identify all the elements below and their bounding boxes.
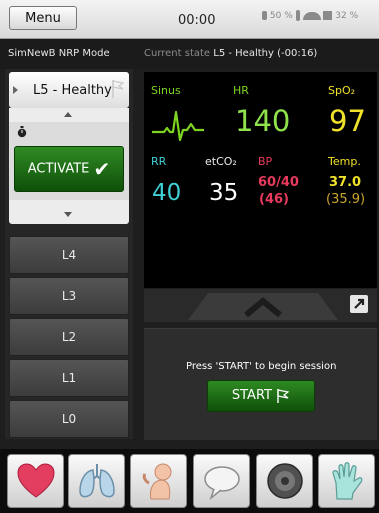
checkmark-icon: ✔ bbox=[93, 157, 111, 181]
temp-secondary-value: (35.9) bbox=[326, 192, 366, 207]
baby-icon bbox=[142, 463, 172, 500]
level-button-l0[interactable]: L0 bbox=[9, 400, 129, 438]
battery-level-1: 50 % bbox=[269, 11, 293, 21]
chevron-down-icon bbox=[64, 212, 72, 217]
drag-handle-icon[interactable] bbox=[188, 293, 338, 320]
expand-button[interactable] bbox=[350, 295, 368, 313]
speech-bubble-icon bbox=[204, 466, 240, 501]
bp-label: BP bbox=[258, 155, 273, 168]
current-state-prefix: Current state bbox=[144, 48, 211, 59]
rr-value: 40 bbox=[152, 180, 182, 206]
flag-icon bbox=[277, 388, 290, 403]
arrow-right-icon bbox=[13, 86, 18, 94]
start-label: START bbox=[231, 388, 272, 403]
menu-button[interactable]: Menu bbox=[9, 6, 77, 30]
bp-mean-value: (46) bbox=[259, 192, 289, 207]
activate-label: ACTIVATE bbox=[27, 161, 90, 177]
current-state-value: L5 - Healthy (-00:16) bbox=[213, 48, 318, 59]
current-state: Current state L5 - Healthy (-00:16) bbox=[144, 48, 317, 59]
ecg-waveform-icon bbox=[152, 110, 204, 142]
battery-level-2: 32 % bbox=[335, 11, 359, 21]
dock-glove-button[interactable] bbox=[318, 454, 375, 508]
flag-icon bbox=[112, 80, 125, 98]
scenario-label: L5 - Healthy bbox=[33, 83, 112, 98]
session-message: Press 'START' to begin session bbox=[186, 361, 337, 372]
etco2-label: etCO₂ bbox=[205, 155, 237, 168]
speaker-icon bbox=[267, 463, 303, 499]
dock-lungs-button[interactable] bbox=[68, 454, 125, 508]
level-button-l2[interactable]: L2 bbox=[9, 318, 129, 356]
spo2-value: 97 bbox=[329, 104, 366, 138]
chevron-up-icon bbox=[64, 112, 72, 117]
glove-icon bbox=[332, 462, 363, 500]
rr-label: RR bbox=[151, 155, 167, 168]
hr-value: 140 bbox=[235, 104, 291, 138]
etco2-value: 35 bbox=[209, 180, 239, 206]
dock-speech-button[interactable] bbox=[193, 454, 250, 508]
dock-heart-button[interactable] bbox=[7, 454, 64, 508]
session-clock: 00:00 bbox=[178, 13, 216, 28]
bp-value: 60/40 bbox=[258, 175, 299, 190]
rhythm-label: Sinus bbox=[151, 84, 181, 97]
hr-label: HR bbox=[233, 84, 249, 97]
wireless-icon bbox=[302, 11, 321, 20]
stopwatch-icon bbox=[17, 126, 27, 138]
level-button-l4[interactable]: L4 bbox=[9, 236, 129, 274]
heart-icon bbox=[17, 463, 55, 498]
expand-arrow-icon bbox=[354, 298, 365, 309]
temp-label: Temp. bbox=[328, 155, 361, 168]
spo2-label: SpO₂ bbox=[328, 84, 356, 97]
level-button-l3[interactable]: L3 bbox=[9, 277, 129, 315]
level-button-l1[interactable]: L1 bbox=[9, 359, 129, 397]
activate-button[interactable]: ACTIVATE ✔ bbox=[14, 146, 124, 192]
dock-baby-button[interactable] bbox=[130, 454, 187, 508]
mode-label: SimNewB NRP Mode bbox=[8, 48, 110, 59]
device-icon bbox=[323, 11, 333, 20]
start-button[interactable]: START bbox=[207, 380, 315, 412]
temp-value: 37.0 bbox=[329, 175, 362, 190]
person-icon bbox=[295, 10, 300, 21]
status-icons: 50 % 32 % bbox=[262, 10, 358, 21]
lungs-icon bbox=[79, 464, 115, 498]
microphone-icon bbox=[262, 11, 267, 20]
dock-speaker-button[interactable] bbox=[256, 454, 313, 508]
